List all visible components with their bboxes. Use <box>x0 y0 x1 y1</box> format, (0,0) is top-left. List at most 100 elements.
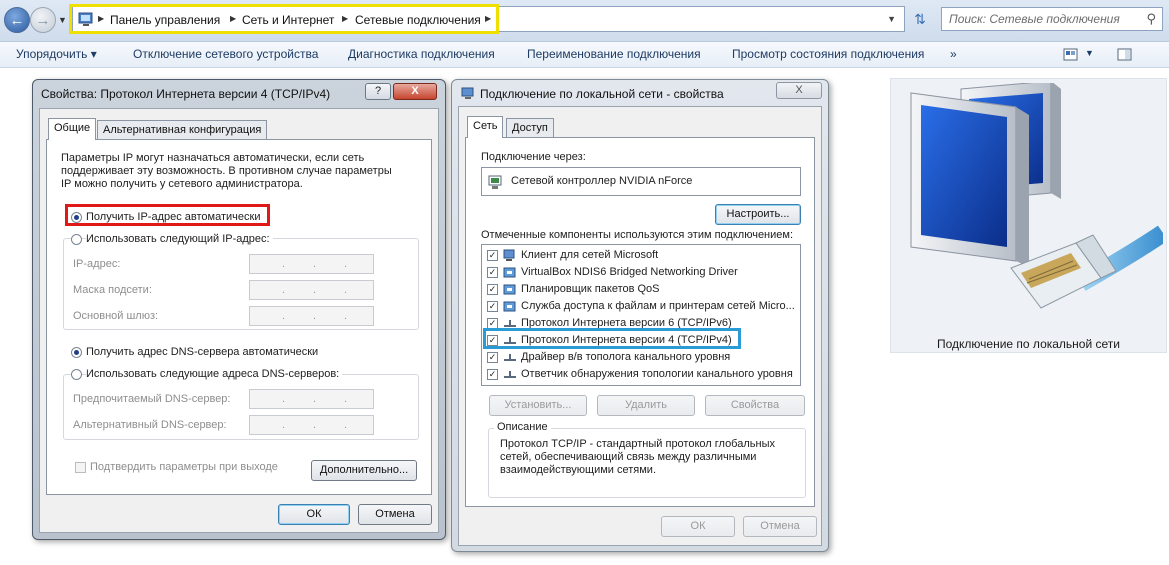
description-group-label: Описание <box>494 421 551 433</box>
tab-networking[interactable]: Сеть <box>467 116 504 138</box>
validate-on-exit-label[interactable]: Подтвердить параметры при выходе <box>90 461 278 473</box>
remove-button[interactable]: Удалить <box>597 395 695 416</box>
more-commands-button[interactable]: » <box>950 47 957 61</box>
dialog-title: Свойства: Протокол Интернета версии 4 (T… <box>41 87 331 101</box>
cancel-button[interactable]: Отмена <box>358 504 432 525</box>
component-label: Клиент для сетей Microsoft <box>521 249 659 261</box>
tab-sharing[interactable]: Доступ <box>506 118 554 138</box>
component-checkbox[interactable]: ✓ <box>487 352 498 363</box>
auto-dns-radio[interactable] <box>71 347 82 358</box>
search-placeholder: Поиск: Сетевые подключения <box>949 12 1120 26</box>
networking-tab-panel: Подключение через: Сетевой контроллер NV… <box>465 137 815 507</box>
subnet-mask-label: Маска подсети: <box>73 284 152 296</box>
view-status-button[interactable]: Просмотр состояния подключения <box>732 47 924 61</box>
ip-address-label: IP-адрес: <box>73 258 121 270</box>
auto-dns-label[interactable]: Получить адрес DNS-сервера автоматически <box>86 346 318 358</box>
preferred-dns-label: Предпочитаемый DNS-сервер: <box>73 393 231 405</box>
description-line-3: взаимодействующими сетями. <box>500 464 657 476</box>
tab-general[interactable]: Общие <box>48 118 97 140</box>
lan-properties-dialog: Подключение по локальной сети - свойства… <box>451 79 829 552</box>
rename-connection-button[interactable]: Переименование подключения <box>527 47 701 61</box>
preferred-dns-field[interactable]: ... <box>249 389 374 409</box>
manual-dns-label[interactable]: Использовать следующие адреса DNS-сервер… <box>86 368 343 380</box>
component-checkbox[interactable]: ✓ <box>487 284 498 295</box>
component-checkbox[interactable]: ✓ <box>487 267 498 278</box>
configure-button[interactable]: Настроить... <box>715 204 801 225</box>
general-tab-panel: Параметры IP могут назначаться автоматич… <box>46 139 432 495</box>
breadcrumb-control-panel[interactable]: Панель управления <box>110 13 220 27</box>
description-line-3: IP можно получить у сетевого администрат… <box>61 178 303 190</box>
install-button[interactable]: Установить... <box>489 395 587 416</box>
network-client-icon <box>503 249 515 261</box>
command-bar: Упорядочить ▾ Отключение сетевого устрой… <box>0 42 1169 68</box>
component-label: Планировщик пакетов QoS <box>521 283 660 295</box>
organize-menu[interactable]: Упорядочить ▾ <box>16 47 97 61</box>
disable-device-button[interactable]: Отключение сетевого устройства <box>133 47 318 61</box>
default-gateway-label: Основной шлюз: <box>73 310 159 322</box>
component-checkbox[interactable]: ✓ <box>487 369 498 380</box>
search-input[interactable]: Поиск: Сетевые подключения ⚲ <box>941 7 1163 31</box>
help-button[interactable]: ? <box>365 83 391 100</box>
component-checkbox[interactable]: ✓ <box>487 335 498 346</box>
cancel-button[interactable]: Отмена <box>743 516 817 537</box>
network-adapter-icon <box>488 175 502 189</box>
breadcrumb-separator-icon[interactable]: ▶ <box>230 14 236 23</box>
manual-ip-radio[interactable] <box>71 234 82 245</box>
default-gateway-field[interactable]: ... <box>249 306 374 326</box>
ipv4-properties-dialog: Свойства: Протокол Интернета версии 4 (T… <box>32 79 446 540</box>
network-connection-icon <box>910 83 1163 309</box>
dialog-client-area: Общие Альтернативная конфигурация Параме… <box>39 108 439 533</box>
ok-button[interactable]: ОК <box>278 504 350 525</box>
adapter-field: Сетевой контроллер NVIDIA nForce <box>481 167 801 196</box>
manual-ip-label[interactable]: Использовать следующий IP-адрес: <box>86 233 273 245</box>
search-icon: ⚲ <box>1146 11 1156 26</box>
protocol-icon <box>504 371 516 378</box>
tab-alternate-config[interactable]: Альтернативная конфигурация <box>97 120 268 140</box>
preview-pane-icon[interactable] <box>1117 48 1133 62</box>
protocol-icon <box>504 320 516 327</box>
connection-name[interactable]: Подключение по локальной сети <box>891 337 1166 351</box>
subnet-mask-field[interactable]: ... <box>249 280 374 300</box>
address-history-dropdown[interactable]: ▼ <box>887 14 896 24</box>
description-line-1: Протокол TCP/IP - стандартный протокол г… <box>500 438 775 450</box>
breadcrumb-separator-icon[interactable]: ▶ <box>342 14 348 23</box>
breadcrumb-network-connections[interactable]: Сетевые подключения <box>355 13 481 27</box>
ok-button[interactable]: ОК <box>661 516 735 537</box>
adapter-name: Сетевой контроллер NVIDIA nForce <box>511 175 693 187</box>
properties-button[interactable]: Свойства <box>705 395 805 416</box>
component-checkbox[interactable]: ✓ <box>487 301 498 312</box>
dialog-title: Подключение по локальной сети - свойства <box>480 87 724 101</box>
close-button[interactable]: X <box>776 82 822 99</box>
close-button[interactable]: X <box>393 83 437 100</box>
component-checkbox[interactable]: ✓ <box>487 318 498 329</box>
breadcrumb-separator-icon[interactable]: ▶ <box>98 14 104 23</box>
connection-preview-pane: Подключение по локальной сети <box>890 78 1167 353</box>
address-bar[interactable]: ▶ Панель управления ▶ Сеть и Интернет ▶ … <box>72 6 905 32</box>
alternate-dns-field[interactable]: ... <box>249 415 374 435</box>
auto-ip-radio[interactable] <box>71 212 82 223</box>
component-label: Драйвер в/в тополога канального уровня <box>521 351 731 363</box>
component-label: VirtualBox NDIS6 Bridged Networking Driv… <box>521 266 738 278</box>
description-line-2: поддерживает эту возможность. В противно… <box>61 165 392 177</box>
components-label: Отмеченные компоненты используются этим … <box>481 229 794 241</box>
auto-ip-label[interactable]: Получить IP-адрес автоматически <box>86 211 260 223</box>
view-options-dropdown-icon[interactable]: ▼ <box>1085 48 1094 58</box>
back-button[interactable]: ← <box>4 7 30 33</box>
components-list[interactable]: ✓ Клиент для сетей Microsoft ✓ VirtualBo… <box>481 244 801 386</box>
validate-on-exit-checkbox[interactable] <box>75 462 86 473</box>
recent-pages-dropdown[interactable]: ▼ <box>58 15 67 25</box>
refresh-icon[interactable]: ⇅ <box>908 8 932 30</box>
ip-address-field[interactable]: ... <box>249 254 374 274</box>
diagnose-connection-button[interactable]: Диагностика подключения <box>348 47 495 61</box>
manual-dns-radio[interactable] <box>71 369 82 380</box>
breadcrumb-separator-icon[interactable]: ▶ <box>485 14 491 23</box>
alternate-dns-label: Альтернативный DNS-сервер: <box>73 419 227 431</box>
dialog-client-area: Сеть Доступ Подключение через: Сетевой к… <box>458 106 822 546</box>
component-checkbox[interactable]: ✓ <box>487 250 498 261</box>
breadcrumb-network-internet[interactable]: Сеть и Интернет <box>242 13 334 27</box>
component-label: Протокол Интернета версии 6 (TCP/IPv6) <box>521 317 732 329</box>
advanced-button[interactable]: Дополнительно... <box>311 460 417 481</box>
change-view-icon[interactable] <box>1063 48 1079 62</box>
component-label: Служба доступа к файлам и принтерам сете… <box>521 300 795 312</box>
forward-button[interactable]: → <box>30 7 56 33</box>
